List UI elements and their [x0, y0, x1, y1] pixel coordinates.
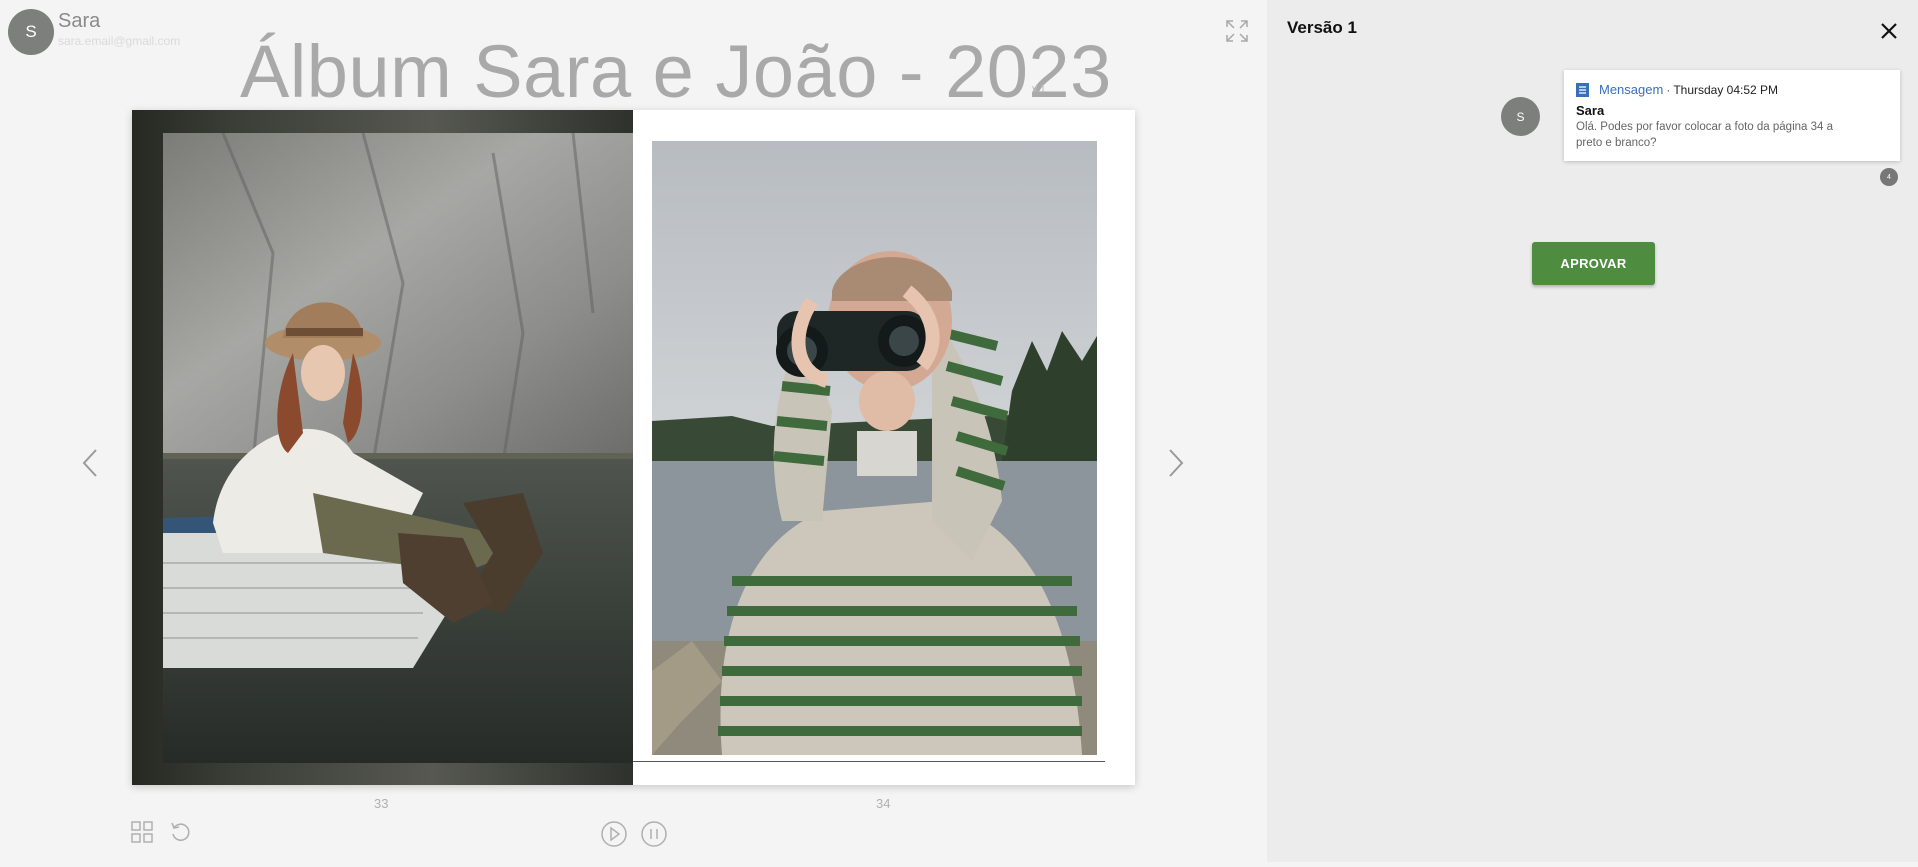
message-author: Sara: [1576, 103, 1605, 118]
user-text: Sara sara.email@gmail.com: [58, 9, 180, 48]
approve-button[interactable]: APROVAR: [1532, 242, 1655, 285]
user-name: Sara: [58, 10, 101, 32]
message-type-link[interactable]: Mensagem: [1599, 82, 1663, 97]
message-time: Thursday 04:52 PM: [1673, 82, 1779, 97]
album-viewer: S Sara sara.email@gmail.com Álbum Sara e…: [0, 0, 1267, 867]
chevron-right-icon[interactable]: [1160, 446, 1190, 480]
page-left[interactable]: [132, 110, 633, 785]
grid-icon[interactable]: [130, 820, 158, 848]
panel-title: Versão 1: [1287, 18, 1357, 37]
document-icon: [1576, 82, 1589, 97]
close-icon[interactable]: [1879, 21, 1899, 41]
message-separator: ·: [1666, 82, 1671, 97]
message-card[interactable]: Mensagem · Thursday 04:52 PM Sara Olá. P…: [1564, 70, 1900, 161]
message-header: Mensagem · Thursday 04:52 PM: [1576, 82, 1778, 97]
pause-icon[interactable]: [640, 820, 668, 848]
play-icon[interactable]: [600, 820, 628, 848]
album-spread: [132, 110, 1135, 785]
reply-count-badge[interactable]: 4: [1880, 168, 1898, 186]
album-version: v.1: [1032, 83, 1046, 95]
user-email: sara.email@gmail.com: [58, 34, 181, 48]
page-number-left: 33: [374, 796, 389, 811]
version-panel: Versão 1 Mensagem · Thursday 04:52 PM Sa…: [1267, 0, 1918, 862]
page-divider-line: [633, 761, 1105, 762]
message-avatar: S: [1501, 97, 1540, 136]
message-text: Olá. Podes por favor colocar a foto da p…: [1576, 121, 1833, 149]
user-avatar[interactable]: S: [8, 9, 54, 55]
user-info: S Sara sara.email@gmail.com: [8, 9, 180, 55]
photo-woman-with-binoculars[interactable]: [652, 141, 1097, 755]
expand-icon[interactable]: [1224, 18, 1250, 44]
album-title: Álbum Sara e João - 2023: [240, 30, 1112, 113]
photo-woman-in-boat[interactable]: [163, 133, 633, 763]
page-number-right: 34: [876, 796, 891, 811]
panel-bottom-strip: [1267, 862, 1918, 867]
undo-icon[interactable]: [169, 820, 197, 848]
chevron-left-icon[interactable]: [76, 446, 106, 480]
